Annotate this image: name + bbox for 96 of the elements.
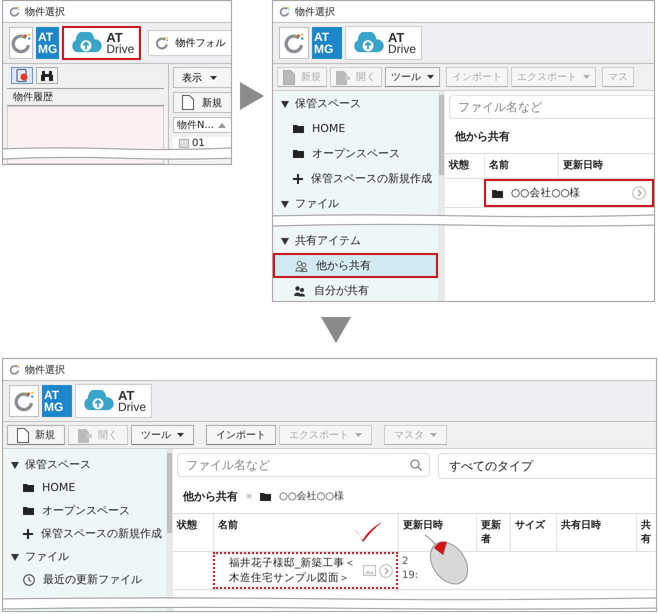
- folder-icon: [492, 188, 503, 198]
- arrow-right-icon: [240, 82, 264, 110]
- ring-logo-icon: [10, 32, 32, 54]
- section-header[interactable]: ファイル: [3, 545, 166, 568]
- folder-icon: [23, 483, 34, 492]
- column-header[interactable]: 物件N...: [173, 117, 231, 133]
- breadcrumb-separator: »: [246, 490, 252, 502]
- tablet-icon: [16, 69, 28, 82]
- section-header[interactable]: 共有アイテム: [273, 228, 438, 253]
- clock-icon: [23, 574, 35, 586]
- caret-icon: [355, 433, 362, 437]
- name-cell[interactable]: ○○会社○○様: [484, 179, 654, 207]
- column-header[interactable]: サイズ: [510, 514, 556, 551]
- file-name: ○○会社○○様: [511, 186, 582, 200]
- pane-header: 物件履歴: [7, 88, 164, 106]
- folder-icon: [293, 149, 304, 158]
- sidebar-item[interactable]: HOME: [273, 116, 438, 141]
- caret-icon: [177, 433, 184, 437]
- app-tab[interactable]: [279, 27, 309, 59]
- icon-tab[interactable]: [36, 67, 58, 84]
- binoculars-icon: [40, 70, 54, 82]
- document-icon: [283, 70, 295, 84]
- breadcrumb-link[interactable]: ○○会社○○様: [279, 489, 344, 503]
- type-dropdown[interactable]: すべてのタイプ: [438, 453, 656, 479]
- sidebar-item[interactable]: オープンスペース: [3, 499, 166, 522]
- plus-icon: [23, 528, 33, 538]
- list-item[interactable]: 01: [192, 138, 205, 149]
- window-title: 物件選択: [295, 6, 335, 18]
- search-field[interactable]: ファイル名など: [449, 95, 654, 119]
- column-header[interactable]: 更新者: [476, 514, 510, 551]
- section-header[interactable]: 保管スペース: [3, 453, 166, 476]
- toolbar-button[interactable]: 表示: [173, 67, 231, 88]
- breadcrumb-link[interactable]: 他から共有: [455, 128, 510, 144]
- column-header[interactable]: 共有: [636, 514, 656, 551]
- toolbar-button[interactable]: 新規: [173, 92, 231, 113]
- app-tab[interactable]: AT MG: [42, 385, 72, 417]
- caret-icon: [430, 433, 437, 437]
- document-icon: [17, 428, 29, 442]
- open-document-icon: [78, 428, 92, 442]
- ring-logo-icon: [9, 6, 20, 17]
- section-header[interactable]: ファイル: [273, 191, 438, 216]
- app-tab[interactable]: AT Drive: [75, 384, 152, 418]
- table-cell: 2 19:: [402, 555, 418, 583]
- window-title: 物件選択: [25, 364, 65, 376]
- column-header[interactable]: 状態: [173, 514, 213, 551]
- column-header[interactable]: 共有日時: [556, 514, 636, 551]
- folder-icon: [23, 506, 34, 515]
- ring-logo-icon: [279, 6, 290, 17]
- sort-ascending-icon: [218, 122, 226, 128]
- search-icon: [410, 459, 422, 471]
- app-tab[interactable]: AT Drive: [62, 26, 142, 60]
- ring-logo-icon: [155, 36, 170, 50]
- document-icon: [182, 95, 194, 110]
- sidebar-item[interactable]: HOME: [3, 476, 166, 499]
- chevron-right-icon: [379, 564, 394, 578]
- column-header[interactable]: 更新日時: [558, 154, 654, 178]
- folder-icon: [260, 492, 272, 500]
- window-title: 物件選択: [25, 6, 65, 18]
- toolbar-button[interactable]: 新規: [7, 425, 65, 445]
- app-tab[interactable]: AT MG: [312, 27, 342, 59]
- chevron-right-icon: [632, 186, 646, 200]
- file-icon: [179, 139, 189, 148]
- open-document-icon: [336, 70, 350, 84]
- toolbar-button[interactable]: インポート: [206, 425, 276, 445]
- image-icon: [363, 565, 376, 576]
- caret-icon: [210, 76, 217, 80]
- column-header[interactable]: 名前: [484, 154, 558, 178]
- people-icon: [295, 260, 308, 272]
- toolbar-button[interactable]: ツール: [385, 67, 440, 87]
- breadcrumb-link[interactable]: 他から共有: [183, 488, 238, 504]
- people-icon: [293, 284, 306, 296]
- name-cell[interactable]: 福井花子様邸_新築工事＜ 木造住宅サンプル図面＞: [213, 552, 398, 590]
- ring-logo-icon: [9, 364, 20, 375]
- sidebar-item[interactable]: 他から共有: [273, 253, 438, 278]
- arrow-down-icon: [321, 317, 351, 343]
- ring-logo-icon: [283, 32, 305, 54]
- sidebar-item[interactable]: 自分が共有: [273, 278, 438, 301]
- app-tab[interactable]: [9, 385, 39, 417]
- app-tab[interactable]: AT Drive: [345, 26, 422, 60]
- sidebar-item[interactable]: 保管スペースの新規作成: [273, 166, 438, 191]
- plus-icon: [293, 174, 303, 184]
- ring-logo-icon: [13, 390, 35, 412]
- section-header[interactable]: 保管スペース: [273, 91, 438, 116]
- sidebar-item[interactable]: オープンスペース: [273, 141, 438, 166]
- sidebar-item[interactable]: 保管スペースの新規作成: [3, 522, 166, 545]
- caret-icon: [583, 75, 590, 79]
- app-tab[interactable]: [9, 27, 33, 59]
- search-field[interactable]: ファイル名など: [177, 453, 430, 477]
- app-tab[interactable]: 物件フォル: [148, 30, 231, 56]
- folder-icon: [293, 124, 304, 133]
- toolbar-button[interactable]: ツール: [131, 425, 194, 445]
- column-header[interactable]: 状態: [445, 154, 484, 178]
- sidebar-item[interactable]: 最近の更新ファイル: [3, 568, 166, 591]
- app-tab[interactable]: AT MG: [36, 27, 60, 59]
- caret-icon: [427, 75, 434, 79]
- file-name: 福井花子様邸_新築工事＜ 木造住宅サンプル図面＞: [229, 556, 356, 586]
